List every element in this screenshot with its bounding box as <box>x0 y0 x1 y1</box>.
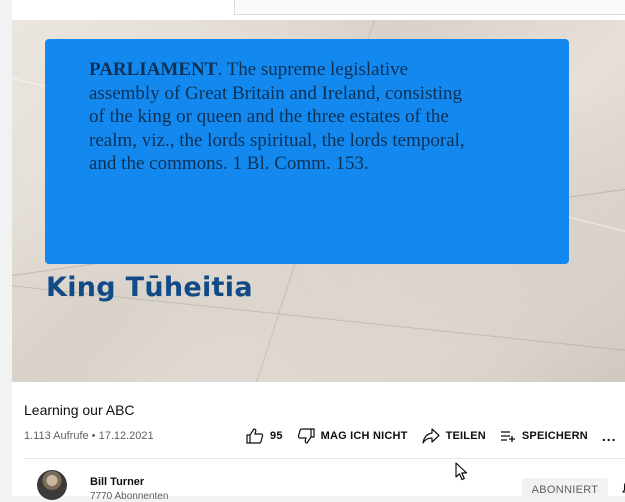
channel-name[interactable]: Bill Turner <box>90 476 144 488</box>
dislike-button[interactable]: MAG ICH NICHT <box>297 428 408 444</box>
video-overlay-title: King Tūheitia <box>46 272 253 303</box>
like-count: 95 <box>270 430 283 442</box>
divider <box>24 458 625 459</box>
save-button[interactable]: SPEICHERN <box>500 429 588 443</box>
thumbs-down-icon <box>297 428 315 444</box>
video-meta: 1.113 Aufrufe • 17.12.2021 <box>24 430 154 442</box>
video-player[interactable]: PARLIAMENT. The supreme legislative asse… <box>12 20 625 382</box>
definition-text: PARLIAMENT. The supreme legislative asse… <box>89 58 469 176</box>
thumbs-up-icon <box>246 428 264 444</box>
channel-row: Bill Turner 7770 Abonnenten ABONNIERT <box>24 466 625 502</box>
subscribed-button[interactable]: ABONNIERT <box>522 478 608 502</box>
subscriber-count: 7770 Abonnenten <box>90 491 169 502</box>
save-label: SPEICHERN <box>521 430 588 442</box>
action-bar: 95 MAG ICH NICHT TEILEN SPEICHERN ... <box>246 424 617 448</box>
dislike-label: MAG ICH NICHT <box>320 430 408 442</box>
share-arrow-icon <box>421 428 440 444</box>
playlist-add-icon <box>500 431 515 442</box>
share-label: TEILEN <box>445 430 486 442</box>
more-actions-button[interactable]: ... <box>602 428 617 444</box>
watch-page: PARLIAMENT. The supreme legislative asse… <box>12 0 625 502</box>
like-button[interactable]: 95 <box>246 428 283 444</box>
share-button[interactable]: TEILEN <box>421 428 486 444</box>
definition-term: PARLIAMENT <box>89 59 218 80</box>
search-bar-edge[interactable] <box>234 0 625 15</box>
mouse-pointer-icon <box>455 462 468 481</box>
video-title: Learning our ABC <box>24 402 135 418</box>
